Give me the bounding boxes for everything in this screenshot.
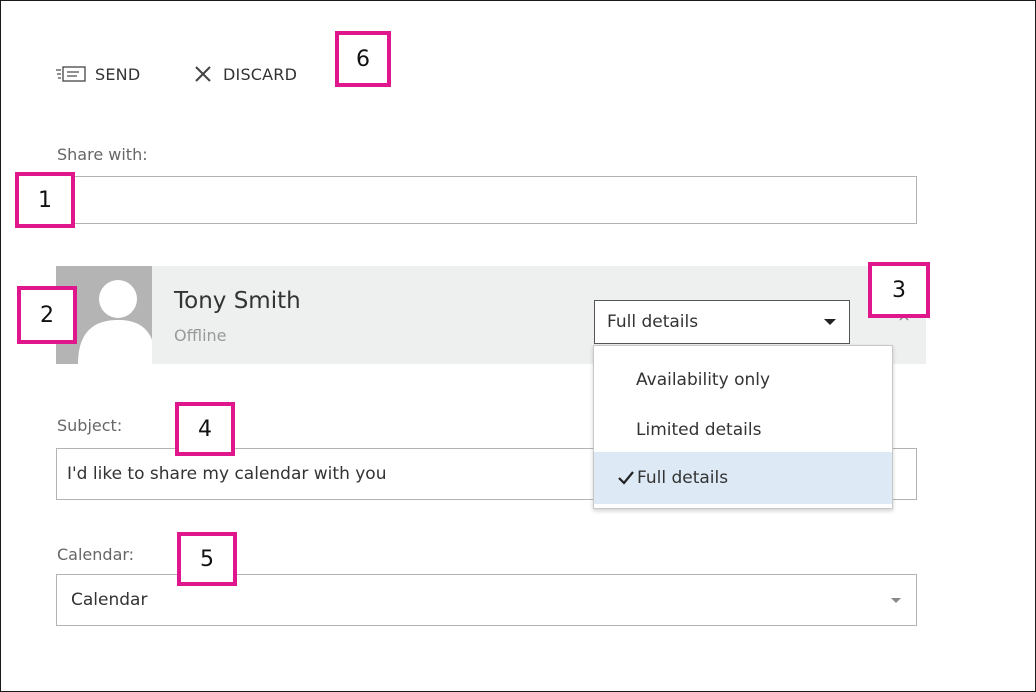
callout-1: 1 bbox=[15, 172, 75, 228]
menu-item-limited-details[interactable]: Limited details bbox=[594, 404, 892, 456]
callout-3: 3 bbox=[868, 262, 930, 318]
permission-value: Full details bbox=[607, 312, 699, 332]
close-icon bbox=[193, 64, 215, 84]
chevron-down-icon bbox=[823, 312, 837, 332]
checkmark-icon bbox=[618, 470, 636, 486]
menu-item-full-details[interactable]: Full details bbox=[594, 452, 892, 504]
send-icon bbox=[55, 64, 89, 84]
callout-2: 2 bbox=[17, 286, 77, 344]
permission-menu: Availability only Limited details Full d… bbox=[593, 345, 893, 509]
recipient-name: Tony Smith bbox=[174, 288, 301, 314]
menu-item-label: Limited details bbox=[636, 420, 762, 440]
discard-label: DISCARD bbox=[223, 64, 298, 84]
subject-value: I'd like to share my calendar with you bbox=[67, 464, 387, 484]
chevron-down-icon bbox=[890, 590, 902, 610]
recipient-status: Offline bbox=[174, 326, 227, 345]
menu-item-availability-only[interactable]: Availability only bbox=[594, 354, 892, 406]
callout-6: 6 bbox=[335, 31, 391, 87]
callout-4: 4 bbox=[175, 402, 235, 456]
menu-item-label: Full details bbox=[637, 468, 729, 488]
share-with-label: Share with: bbox=[57, 145, 148, 164]
callout-5: 5 bbox=[177, 532, 237, 586]
calendar-value: Calendar bbox=[71, 590, 148, 610]
subject-label: Subject: bbox=[57, 416, 123, 435]
send-button[interactable]: SEND bbox=[55, 60, 140, 88]
permission-select[interactable]: Full details bbox=[594, 300, 850, 344]
calendar-label: Calendar: bbox=[57, 545, 135, 564]
send-label: SEND bbox=[95, 64, 141, 84]
discard-button[interactable]: DISCARD bbox=[193, 60, 297, 88]
share-with-input[interactable] bbox=[56, 176, 917, 224]
menu-item-label: Availability only bbox=[636, 370, 771, 390]
